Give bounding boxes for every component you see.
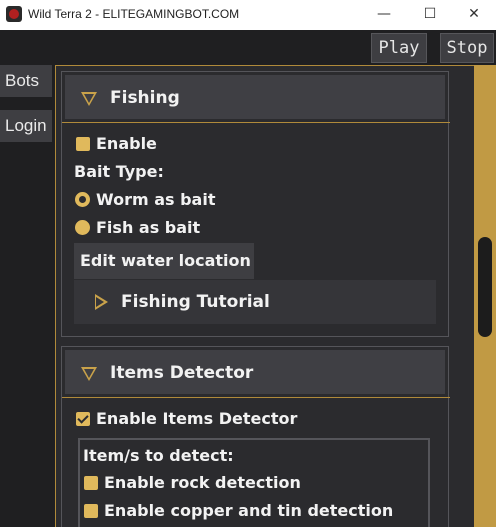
fishing-enable-checkbox[interactable]: [76, 137, 90, 151]
items-detector-enable-label: Enable Items Detector: [96, 409, 298, 428]
sidebar-item-login[interactable]: Login: [0, 110, 52, 142]
rock-detection-label: Enable rock detection: [104, 473, 301, 492]
fish-bait-label: Fish as bait: [96, 218, 201, 237]
section-divider: [62, 122, 450, 123]
items-detector-enable-checkbox[interactable]: [76, 412, 90, 426]
detect-items-label: Item/s to detect:: [83, 446, 234, 465]
edit-water-location-label: Edit water location: [80, 251, 251, 270]
sidebar-item-bots[interactable]: Bots: [0, 65, 52, 97]
stop-button[interactable]: Stop: [440, 33, 494, 63]
fishing-title: Fishing: [110, 88, 180, 108]
fish-bait-radio[interactable]: [75, 220, 90, 235]
chevron-down-icon[interactable]: [81, 367, 97, 381]
items-detector-title: Items Detector: [110, 363, 254, 383]
window-title: Wild Terra 2 - ELITEGAMINGBOT.COM: [28, 7, 240, 21]
chevron-right-icon[interactable]: [95, 294, 108, 310]
play-button[interactable]: Play: [371, 33, 427, 63]
worm-bait-radio[interactable]: [75, 192, 90, 207]
copper-tin-detection-label: Enable copper and tin detection: [104, 501, 394, 520]
scrollbar-thumb[interactable]: [478, 237, 492, 337]
minimize-button[interactable]: —: [362, 0, 406, 30]
rock-detection-checkbox[interactable]: [84, 476, 98, 490]
fishing-tutorial-label: Fishing Tutorial: [121, 292, 270, 312]
close-button[interactable]: ✕: [452, 0, 496, 30]
worm-bait-label: Worm as bait: [96, 190, 216, 209]
chevron-down-icon[interactable]: [81, 92, 97, 106]
fishing-enable-label: Enable: [96, 134, 157, 153]
title-bar: Wild Terra 2 - ELITEGAMINGBOT.COM — ☐ ✕: [0, 0, 496, 30]
bait-type-label: Bait Type:: [74, 162, 164, 181]
app-icon: [6, 6, 22, 22]
copper-tin-detection-checkbox[interactable]: [84, 504, 98, 518]
section-divider: [62, 397, 450, 398]
maximize-button[interactable]: ☐: [408, 0, 452, 30]
